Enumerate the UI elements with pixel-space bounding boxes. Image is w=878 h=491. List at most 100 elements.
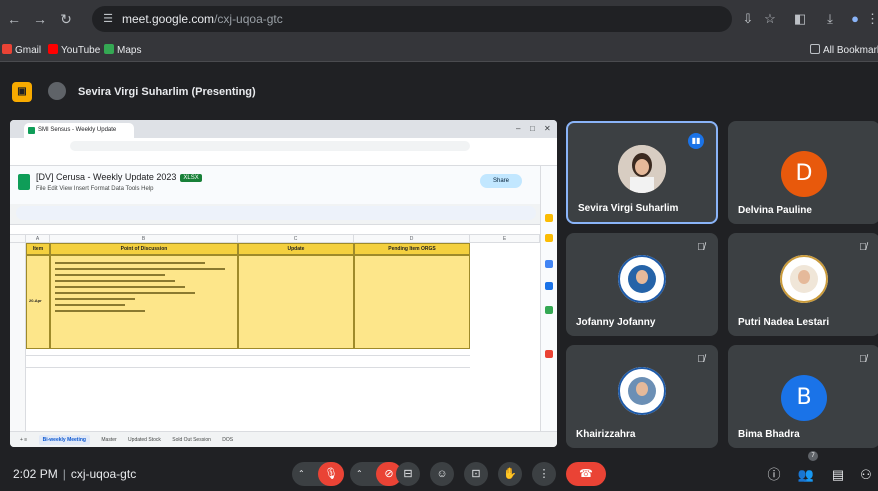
participant-tile[interactable]: 🎙̸ Khairizzahra — [566, 345, 718, 448]
raise-hand-button[interactable]: ✋ — [498, 462, 522, 486]
mic-off-icon: 🎙̸ — [697, 354, 705, 365]
present-icon[interactable]: ⊡ — [471, 468, 480, 480]
participant-name: Delvina Pauline — [738, 205, 812, 216]
table-header: Point of Discussion — [50, 243, 238, 255]
col-header: B — [50, 235, 238, 243]
all-bookmarks[interactable]: All Bookmarks — [810, 44, 878, 58]
sheet-header: [DV] Cerusa - Weekly Update 2023 XLSX Fil… — [10, 166, 557, 204]
extensions-icon[interactable]: ◧ — [790, 9, 810, 29]
participant-name: Bima Bhadra — [738, 429, 800, 440]
people-icon[interactable]: 👥 — [796, 465, 816, 485]
more-vert-icon[interactable]: ⋮ — [539, 468, 550, 480]
participant-name: Khairizzahra — [576, 429, 636, 440]
captions-icon[interactable]: ⊟ — [403, 468, 412, 480]
close-icon: ✕ — [544, 124, 551, 133]
back-icon[interactable]: ← — [4, 9, 24, 29]
presenter-avatar — [48, 82, 66, 100]
table-header: Update — [238, 243, 354, 255]
participant-avatar: B — [781, 375, 827, 421]
more-options-button[interactable]: ⋮ — [532, 462, 556, 486]
participant-avatar: D — [781, 151, 827, 197]
reload-icon[interactable]: ↻ — [56, 9, 76, 29]
sheet-tab: Sold Out Session — [172, 437, 211, 443]
presenter-bar: ▣ Sevira Virgi Suharlim (Presenting) — [0, 62, 878, 118]
tasks-icon — [545, 260, 553, 268]
col-header: A — [26, 235, 50, 243]
address-bar[interactable]: ☰ meet.google.com/cxj-uqoa-gtc — [92, 6, 732, 32]
downloads-icon[interactable]: ⤓ — [820, 9, 840, 29]
table-header: Item — [26, 243, 50, 255]
doc-menu: File Edit View Insert Format Data Tools … — [36, 186, 154, 192]
mic-toggle[interactable]: ⌃ 🎙 — [292, 462, 344, 486]
sheet-tab: Master — [101, 437, 117, 443]
sheet-side-panel — [540, 166, 557, 431]
sheets-favicon — [28, 127, 35, 134]
present-button[interactable]: ⊡ — [464, 462, 488, 486]
col-header: C — [238, 235, 354, 243]
sheet-toolbar — [16, 206, 536, 220]
participant-tile[interactable]: 🎙̸ B Bima Bhadra — [728, 345, 878, 448]
hangup-icon[interactable]: ☎ — [579, 468, 593, 480]
meeting-time-code: 2:02 PM | cxj-uqoa-gtc — [13, 467, 137, 481]
doc-title: [DV] Cerusa - Weekly Update 2023 XLSX — [36, 172, 202, 182]
speaking-indicator-icon: ▮▮ — [688, 133, 704, 149]
mic-off-icon: 🎙̸ — [859, 354, 867, 365]
participant-tile[interactable]: 🎙̸ Putri Nadea Lestari — [728, 233, 878, 336]
chevron-up-icon[interactable]: ⌃ — [298, 462, 305, 486]
minimize-icon: – — [516, 124, 521, 133]
site-info-icon[interactable]: ☰ — [100, 11, 116, 27]
discussion-cell — [50, 255, 238, 349]
emoji-button[interactable]: ☺ — [430, 462, 454, 486]
mic-off-icon: 🎙̸ — [697, 242, 705, 253]
shared-address-bar — [10, 138, 557, 154]
gmail-icon — [2, 44, 12, 54]
chevron-up-icon[interactable]: ⌃ — [356, 462, 363, 486]
camera-toggle[interactable]: ⌃ ⊘ — [350, 462, 402, 486]
mic-off-icon[interactable]: 🎙 — [318, 462, 344, 486]
sheet-tab: DOS — [222, 437, 234, 443]
maps-icon — [104, 44, 114, 54]
addon-icon — [545, 350, 553, 358]
activities-icon[interactable]: ⚇ — [856, 465, 876, 485]
pending-cell — [354, 255, 470, 349]
update-cell — [238, 255, 354, 349]
bookmark-star-icon[interactable]: ☆ — [760, 9, 780, 29]
browser-toolbar: ← → ↻ ☰ meet.google.com/cxj-uqoa-gtc ⇩ ☆… — [0, 0, 878, 40]
participant-name: Sevira Virgi Suharlim — [578, 203, 679, 214]
participant-tile[interactable]: D Delvina Pauline — [728, 121, 878, 224]
captions-button[interactable]: ⊟ — [396, 462, 420, 486]
participant-name: Jofanny Jofanny — [576, 317, 656, 328]
sheet-tabs: + ≡ Bi-weekly Meeting Master Updated Sto… — [10, 431, 557, 447]
shared-screen: SMI Sensus - Weekly Update – □ ✕ [DV] Ce… — [10, 120, 557, 447]
participant-logo — [618, 255, 666, 303]
col-header: E — [470, 235, 540, 243]
menu-kebab-icon[interactable]: ⋮ — [866, 9, 878, 29]
info-icon[interactable]: ⓘ — [764, 465, 784, 485]
chat-icon[interactable]: ▤ — [828, 465, 848, 485]
download-icon[interactable]: ⇩ — [738, 9, 758, 29]
participant-tile[interactable]: 🎙̸ Jofanny Jofanny — [566, 233, 718, 336]
hand-icon[interactable]: ✋ — [503, 468, 517, 480]
formula-bar — [10, 224, 540, 235]
keep-icon — [545, 234, 553, 242]
emoji-icon[interactable]: ☺ — [436, 468, 447, 480]
participant-tile[interactable]: ▮▮ Sevira Virgi Suharlim — [566, 121, 718, 224]
profile-icon[interactable]: ● — [845, 9, 865, 29]
sheet-tab-active: Bi-weekly Meeting — [38, 435, 90, 445]
bookmark-maps[interactable]: Maps — [104, 44, 141, 58]
maximize-icon: □ — [530, 124, 535, 133]
people-count-badge: 7 — [808, 451, 818, 461]
bookmark-youtube[interactable]: YouTube — [48, 44, 100, 58]
youtube-icon — [48, 44, 58, 54]
presenter-label: Sevira Virgi Suharlim (Presenting) — [78, 86, 256, 98]
bookmark-gmail[interactable]: Gmail — [2, 44, 41, 58]
calendar-icon — [545, 214, 553, 222]
table-header: Pending Item ORGS — [354, 243, 470, 255]
forward-icon[interactable]: → — [30, 9, 50, 29]
end-call-button[interactable]: ☎ — [566, 462, 606, 486]
sheet-tab: Updated Stock — [128, 437, 161, 443]
contacts-icon — [545, 282, 553, 290]
row-headers — [10, 243, 26, 431]
participant-logo — [618, 367, 666, 415]
shared-bookmarks — [10, 154, 557, 166]
